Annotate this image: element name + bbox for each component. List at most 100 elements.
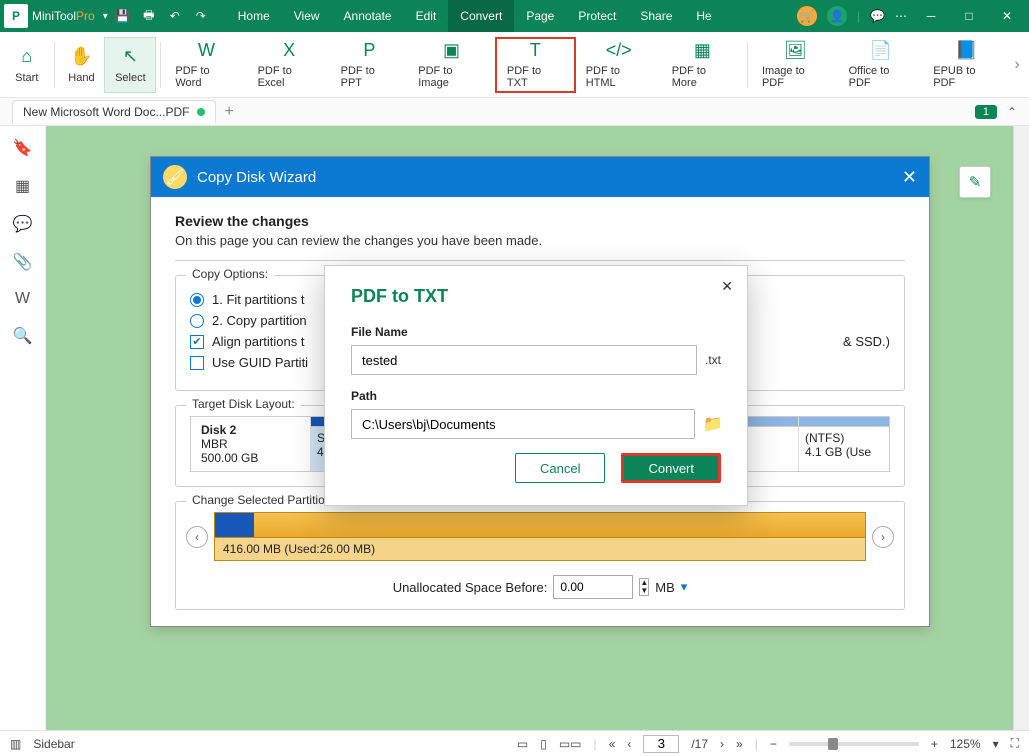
view-single-icon[interactable]: ▭: [517, 737, 528, 751]
first-page-button[interactable]: «: [609, 737, 616, 751]
settings-icon[interactable]: ⋯: [895, 9, 907, 23]
tool-image-to-pdf[interactable]: 🖼Image to PDF: [752, 37, 839, 93]
menu-protect[interactable]: Protect: [566, 0, 628, 32]
menu-page[interactable]: Page: [514, 0, 566, 32]
minimize-button[interactable]: ─: [917, 9, 945, 23]
view-facing-icon[interactable]: ▭▭: [559, 737, 582, 751]
prev-page-button[interactable]: ‹: [627, 737, 631, 751]
page-number-input[interactable]: [643, 735, 679, 753]
add-tab-button[interactable]: +: [224, 103, 233, 121]
next-partition-button[interactable]: ›: [872, 526, 894, 548]
menu-annotate[interactable]: Annotate: [332, 0, 404, 32]
ribbon-toolbar: ⌂Start ✋Hand ↖Select WPDF to Word XPDF t…: [0, 32, 1029, 98]
filename-input[interactable]: [351, 345, 697, 375]
vertical-scrollbar[interactable]: [1013, 126, 1029, 730]
cart-icon[interactable]: 🛒: [797, 6, 817, 26]
attachment-icon[interactable]: 📎: [13, 252, 33, 272]
ppt-icon: P: [356, 40, 382, 61]
cancel-button[interactable]: Cancel: [515, 453, 605, 483]
unallocated-before-input[interactable]: [553, 575, 633, 599]
zoom-out-button[interactable]: −: [770, 737, 777, 751]
thumbnails-icon[interactable]: ▦: [15, 176, 30, 196]
zoom-dropdown-icon[interactable]: ▾: [993, 737, 999, 751]
dialog-title: PDF to TXT: [351, 286, 721, 307]
wizard-close-button[interactable]: ✕: [902, 167, 917, 188]
bookmark-icon[interactable]: 🔖: [13, 138, 33, 158]
epub-pdf-icon: 📘: [953, 40, 979, 61]
document-tabstrip: New Microsoft Word Doc...PDF + 1 ⌃: [0, 98, 1029, 126]
wizard-titlebar: 🖌 Copy Disk Wizard ✕: [151, 157, 929, 197]
redo-icon[interactable]: ↷: [192, 9, 210, 23]
zoom-slider[interactable]: [789, 742, 919, 746]
sidebar-toggle-icon[interactable]: ▥: [10, 737, 21, 751]
tool-pdf-to-word[interactable]: WPDF to Word: [165, 37, 247, 93]
unallocated-before-row: Unallocated Space Before: ▲▼ MB ▾: [186, 575, 894, 599]
print-icon[interactable]: 🖶: [140, 6, 158, 27]
view-continuous-icon[interactable]: ▯: [540, 737, 547, 751]
document-tab[interactable]: New Microsoft Word Doc...PDF: [12, 100, 216, 123]
menu-edit[interactable]: Edit: [404, 0, 449, 32]
zoom-in-button[interactable]: +: [931, 737, 938, 751]
account-icon[interactable]: 👤: [827, 6, 847, 26]
fullscreen-icon[interactable]: ⛶: [1011, 736, 1019, 751]
feedback-icon[interactable]: 💬: [870, 9, 885, 23]
search-icon[interactable]: 🔍: [13, 326, 33, 346]
zoom-value: 125%: [950, 737, 981, 751]
partition-size-label: 416.00 MB (Used:26.00 MB): [214, 538, 866, 561]
app-menu-dropdown[interactable]: ▾: [103, 11, 108, 22]
tool-start[interactable]: ⌂Start: [4, 37, 50, 93]
tool-pdf-to-txt[interactable]: TPDF to TXT: [495, 37, 576, 93]
html-icon: </>: [606, 40, 632, 61]
partition-size-bar[interactable]: [214, 512, 866, 538]
next-page-button[interactable]: ›: [720, 737, 724, 751]
tool-pdf-to-more[interactable]: ▦PDF to More: [662, 37, 743, 93]
more-icon: ▦: [689, 40, 715, 61]
prev-partition-button[interactable]: ‹: [186, 526, 208, 548]
tool-pdf-to-image[interactable]: ▣PDF to Image: [408, 37, 495, 93]
tool-pdf-to-excel[interactable]: XPDF to Excel: [248, 37, 331, 93]
partition-ntfs[interactable]: (NTFS) 4.1 GB (Use: [799, 417, 889, 471]
pdf-to-txt-dialog: ✕ PDF to TXT File Name .txt Path 📁 Cance…: [324, 265, 748, 506]
tool-pdf-to-html[interactable]: </>PDF to HTML: [576, 37, 662, 93]
tool-office-to-pdf[interactable]: 📄Office to PDF: [839, 37, 924, 93]
checkbox-icon: ✔: [190, 335, 204, 349]
edit-page-button[interactable]: ✎: [959, 166, 991, 198]
collapse-ribbon-button[interactable]: ⌃: [1007, 105, 1017, 119]
quick-access-toolbar: 💾 🖶 ↶ ↷: [114, 6, 210, 27]
path-input[interactable]: [351, 409, 695, 439]
wizard-heading: Review the changes: [175, 213, 905, 229]
txt-icon: T: [522, 40, 548, 61]
document-tab-title: New Microsoft Word Doc...PDF: [23, 105, 189, 119]
comments-icon[interactable]: 💬: [13, 214, 33, 234]
spinner-icon[interactable]: ▲▼: [639, 578, 649, 596]
dialog-close-button[interactable]: ✕: [721, 278, 733, 295]
menu-share[interactable]: Share: [628, 0, 684, 32]
convert-button[interactable]: Convert: [621, 453, 721, 483]
menu-help[interactable]: He: [684, 0, 723, 32]
close-window-button[interactable]: ✕: [993, 9, 1021, 23]
undo-icon[interactable]: ↶: [166, 9, 184, 23]
sidebar-label[interactable]: Sidebar: [33, 737, 74, 751]
menu-home[interactable]: Home: [226, 0, 282, 32]
unit-dropdown-icon[interactable]: ▾: [681, 579, 688, 595]
tool-hand[interactable]: ✋Hand: [59, 37, 105, 93]
home-icon: ⌂: [14, 46, 40, 68]
ribbon-overflow[interactable]: ›: [1009, 56, 1025, 74]
page-total: /17: [691, 737, 708, 751]
tool-pdf-to-ppt[interactable]: PPDF to PPT: [331, 37, 409, 93]
wizard-title: Copy Disk Wizard: [197, 169, 316, 186]
excel-icon: X: [276, 40, 302, 61]
menu-convert[interactable]: Convert: [448, 0, 514, 32]
browse-folder-icon[interactable]: 📁: [703, 414, 721, 434]
title-bar: P MiniToolPro ▾ 💾 🖶 ↶ ↷ Home View Annota…: [0, 0, 1029, 32]
tool-select[interactable]: ↖Select: [104, 37, 156, 93]
save-icon[interactable]: 💾: [114, 9, 132, 23]
app-logo: P: [4, 4, 28, 28]
radio-icon: [190, 293, 204, 307]
maximize-button[interactable]: □: [955, 9, 983, 23]
left-sidebar: 🔖 ▦ 💬 📎 W 🔍: [0, 126, 46, 730]
menu-view[interactable]: View: [282, 0, 332, 32]
tool-epub-to-pdf[interactable]: 📘EPUB to PDF: [923, 37, 1009, 93]
last-page-button[interactable]: »: [736, 737, 743, 751]
word-panel-icon[interactable]: W: [15, 290, 30, 308]
